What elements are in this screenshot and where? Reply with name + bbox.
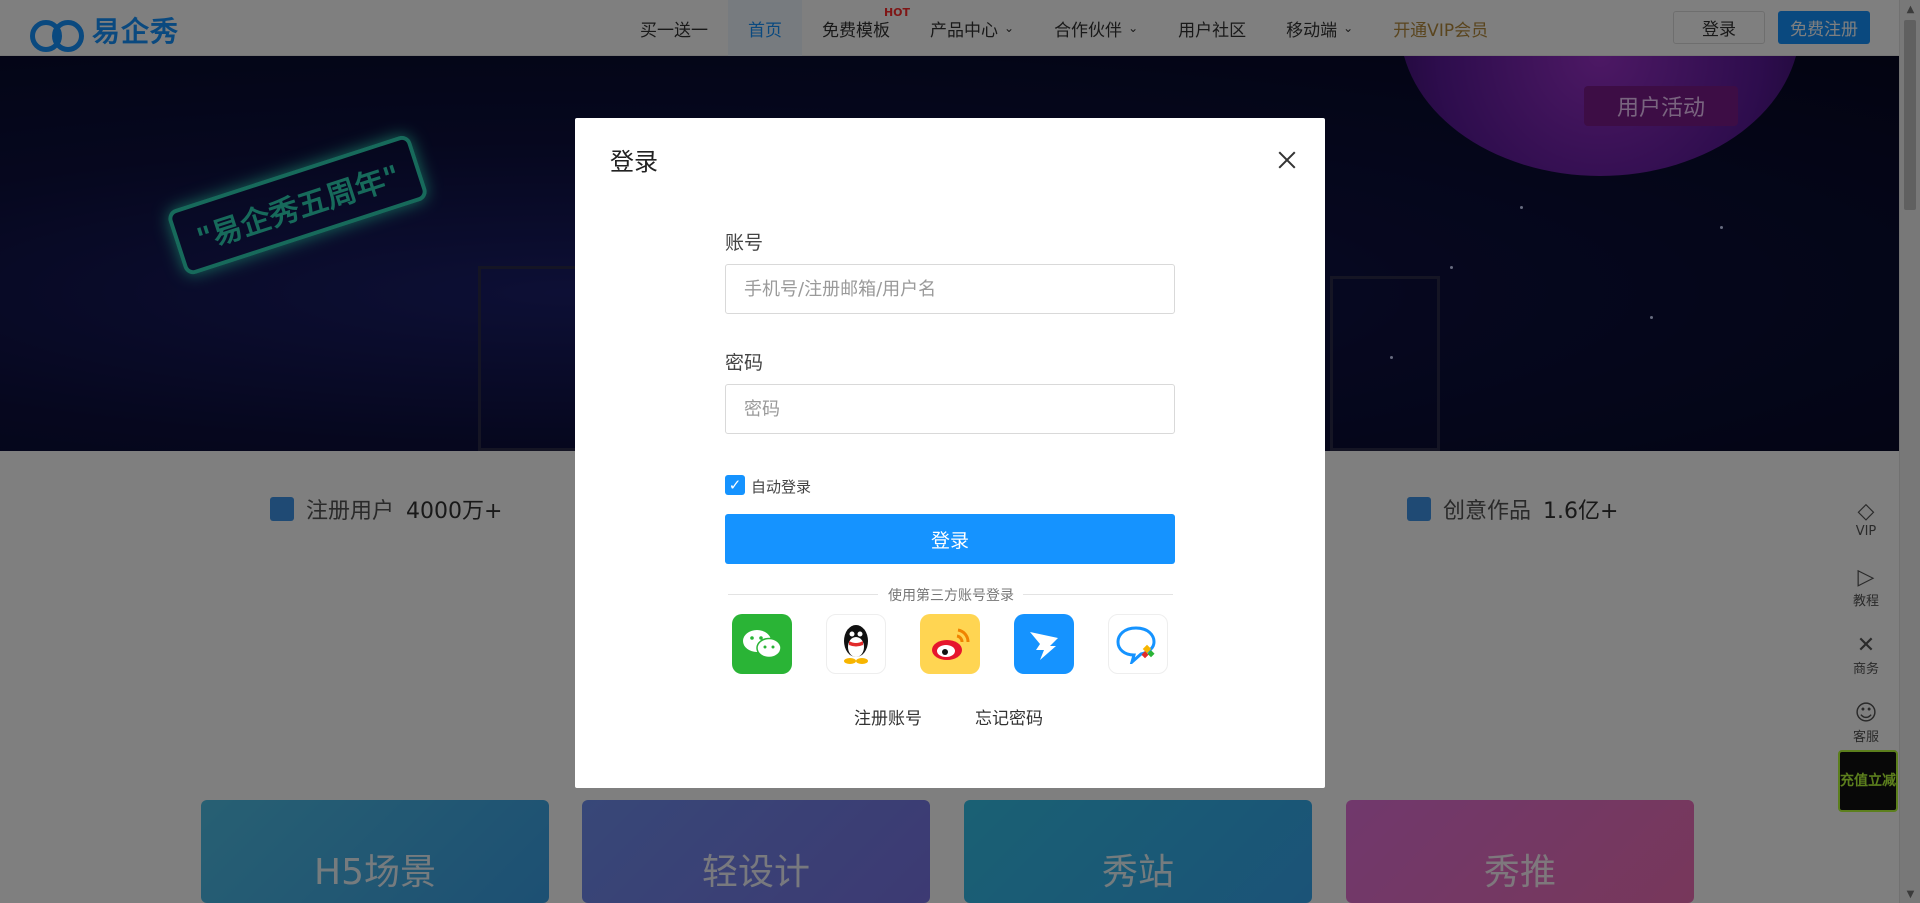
- submit-login-button[interactable]: 登录: [725, 514, 1175, 564]
- close-icon[interactable]: [1275, 148, 1299, 172]
- auto-login-checkbox[interactable]: ✓: [725, 475, 745, 495]
- forgot-password-link[interactable]: 忘记密码: [975, 704, 1043, 729]
- register-account-link[interactable]: 注册账号: [854, 704, 922, 729]
- weibo-icon: [932, 628, 970, 660]
- password-label: 密码: [725, 352, 764, 374]
- checkmark-icon: ✓: [728, 476, 742, 494]
- wechat-login-button[interactable]: [732, 614, 792, 674]
- dingtalk-icon: [1030, 632, 1058, 660]
- qq-penguin-icon: [844, 625, 868, 664]
- wechat-icon: [743, 630, 782, 659]
- auto-login-label[interactable]: 自动登录: [751, 476, 811, 497]
- qq-login-button[interactable]: [826, 614, 886, 674]
- third-party-login-text: 使用第三方账号登录: [888, 588, 1014, 604]
- divider: [728, 594, 878, 595]
- account-label: 账号: [725, 232, 764, 254]
- page: 易企秀 买一送一 首页 免费模板HOT 产品中心⌄ 合作伙伴⌄ 用户社区 移动端…: [0, 0, 1920, 903]
- chat-bubble-icon: [1116, 626, 1156, 664]
- dingtalk-login-button[interactable]: [1014, 614, 1074, 674]
- other-login-button[interactable]: [1108, 614, 1168, 674]
- password-input[interactable]: [725, 384, 1175, 434]
- weibo-login-button[interactable]: [920, 614, 980, 674]
- login-modal: 登录 账号 密码 ✓ 自动登录 登录 使用第三方账号登录: [575, 118, 1325, 788]
- divider: [1023, 594, 1173, 595]
- modal-title: 登录: [610, 148, 658, 176]
- account-input[interactable]: [725, 264, 1175, 314]
